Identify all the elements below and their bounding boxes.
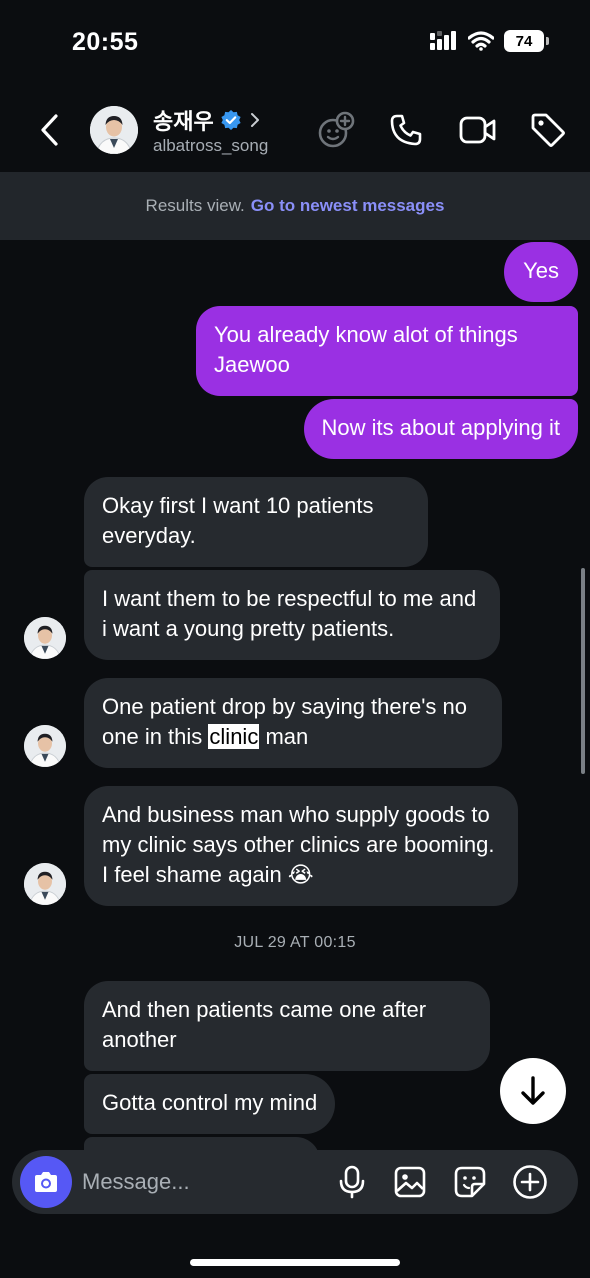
camera-button[interactable] [20, 1156, 72, 1208]
effects-button[interactable] [316, 110, 356, 150]
video-call-button[interactable] [458, 110, 498, 150]
tag-button[interactable] [528, 110, 568, 150]
sender-avatar[interactable] [24, 617, 66, 659]
results-view-label: Results view. [145, 196, 245, 215]
audio-call-button[interactable] [386, 110, 426, 150]
gallery-icon [394, 1166, 426, 1198]
message-text: man [265, 724, 309, 749]
status-bar: 20:55 74 [0, 0, 590, 88]
scroll-to-bottom-button[interactable] [500, 1058, 566, 1124]
gallery-button[interactable] [392, 1164, 428, 1200]
voice-message-button[interactable] [334, 1164, 370, 1200]
signal-icon [430, 31, 456, 50]
tag-icon [531, 113, 565, 147]
message-text: You already know alot of things Jaewoo [214, 322, 518, 377]
wifi-icon [468, 31, 494, 51]
message-bubble-incoming[interactable]: I want them to be respectful to me and i… [84, 570, 500, 660]
back-button[interactable] [34, 112, 64, 148]
sender-avatar[interactable] [24, 725, 66, 767]
message-bubble-outgoing[interactable]: You already know alot of things Jaewoo [196, 306, 578, 396]
crying-emoji: 😭 [287, 862, 314, 887]
home-indicator[interactable] [190, 1259, 400, 1266]
status-time: 20:55 [72, 28, 139, 56]
status-icons: 74 [430, 30, 549, 52]
contact-username: albatross_song [153, 136, 269, 155]
microphone-icon [339, 1165, 365, 1199]
avatar-image [24, 725, 66, 767]
message-text: Gotta control my mind [102, 1090, 318, 1115]
message-text: And then patients came one after another [102, 997, 427, 1052]
message-bubble-incoming[interactable]: Okay first I want 10 patients everyday. [84, 477, 428, 567]
chevron-right-icon [250, 113, 259, 127]
message-composer [12, 1150, 578, 1214]
message-bubble-incoming[interactable]: And then patients came one after another [84, 981, 490, 1071]
back-arrow-icon [41, 114, 58, 146]
sticker-button[interactable] [452, 1164, 488, 1200]
date-separator: JUL 29 AT 00:15 [234, 934, 356, 951]
contact-name-row[interactable]: 송재우 [153, 104, 262, 136]
message-bubble-outgoing[interactable]: Now its about applying it [303, 399, 578, 459]
message-text: Now its about applying it [321, 415, 560, 440]
go-to-newest-link[interactable]: Go to newest messages [251, 196, 445, 216]
message-bubble-incoming[interactable]: And business man who supply goods to my … [84, 786, 518, 906]
message-text: Yes [523, 258, 559, 283]
plus-icon [513, 1165, 547, 1199]
message-text: Okay first I want 10 patients everyday. [102, 493, 374, 548]
avatar-image [24, 863, 66, 905]
avatar-image [90, 106, 138, 154]
verified-badge-icon [221, 110, 241, 130]
chat-header: 송재우 albatross_song [0, 96, 590, 168]
more-options-button[interactable] [512, 1164, 548, 1200]
search-highlight: clinic [208, 724, 260, 749]
profile-avatar[interactable] [90, 106, 138, 154]
effects-icon [318, 111, 355, 148]
video-icon [459, 116, 496, 144]
phone-icon [390, 114, 422, 146]
message-input[interactable] [82, 1162, 312, 1202]
contact-name: 송재우 [153, 109, 214, 134]
results-view-banner: Results view. Go to newest messages [0, 172, 590, 240]
battery-icon: 74 [504, 30, 549, 52]
sticker-icon [454, 1166, 486, 1198]
scrollbar[interactable] [581, 568, 585, 774]
arrow-down-icon [521, 1076, 545, 1105]
camera-icon [35, 1172, 57, 1192]
message-bubble-incoming[interactable]: Gotta control my mind [84, 1074, 336, 1134]
message-text: I want them to be respectful to me and i… [102, 586, 477, 641]
message-bubble-outgoing[interactable]: Yes [504, 242, 578, 302]
message-bubble-incoming[interactable]: One patient drop by saying there's no on… [84, 678, 502, 768]
sender-avatar[interactable] [24, 863, 66, 905]
avatar-image [24, 617, 66, 659]
